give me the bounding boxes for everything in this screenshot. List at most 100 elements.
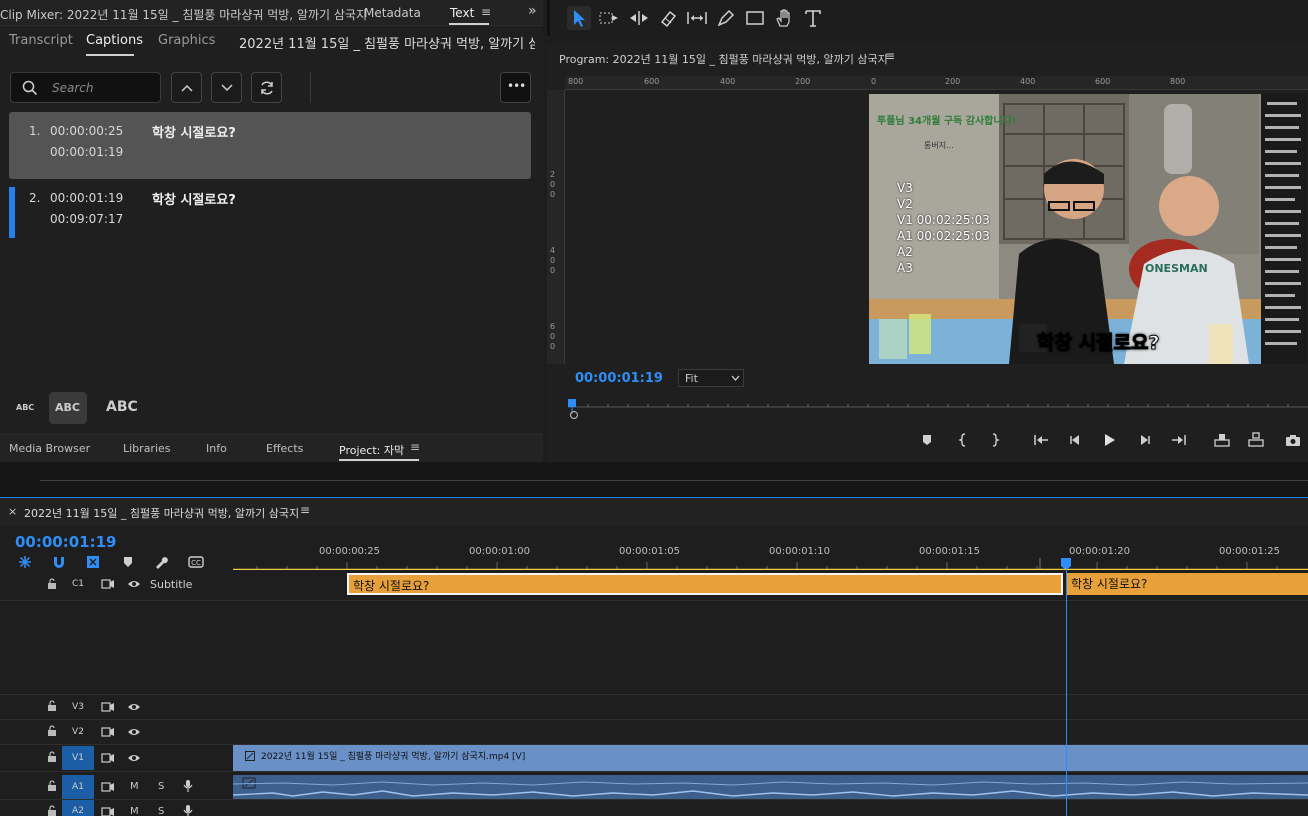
text-size-medium-button[interactable]: ABC: [49, 392, 87, 424]
tab-transcript[interactable]: Transcript: [9, 33, 73, 48]
previous-caption-button[interactable]: [171, 72, 202, 103]
audio-clip[interactable]: [233, 775, 1308, 799]
solo-button[interactable]: S: [158, 806, 164, 816]
track-name-v3[interactable]: V3: [62, 696, 94, 718]
eye-icon[interactable]: [127, 727, 141, 737]
lock-icon[interactable]: [47, 751, 57, 763]
microphone-icon[interactable]: [183, 779, 193, 793]
replace-caption-button[interactable]: [251, 72, 282, 103]
tab-media-browser[interactable]: Media Browser: [9, 442, 90, 455]
eye-icon[interactable]: [127, 579, 141, 589]
program-timecode[interactable]: 00:00:01:19: [575, 371, 663, 386]
caption-clip[interactable]: 학창 시절로요?: [1067, 573, 1308, 595]
tab-metadata[interactable]: Metadata: [364, 6, 421, 20]
next-caption-button[interactable]: [211, 72, 242, 103]
caption-item-1[interactable]: 1. 00:00:00:25 00:00:01:19 학창 시절로요?: [9, 112, 531, 179]
track-name-a2[interactable]: A2: [62, 800, 94, 816]
panel-menu-icon[interactable]: ≡: [885, 49, 895, 63]
eye-icon[interactable]: [127, 702, 141, 712]
tab-clip-mixer[interactable]: Clip Mixer: 2022년 11월 15일 _ 침펄풍 마라샹궈 먹방,…: [0, 6, 367, 23]
sync-lock-icon[interactable]: [101, 782, 115, 792]
caption-clip[interactable]: 학창 시절로요?: [347, 573, 1063, 595]
program-video-frame[interactable]: 투플님 34개월 구독 감사합니다! 통버지... ONESMAN V3 V2 …: [869, 94, 1307, 364]
eye-icon[interactable]: [127, 753, 141, 763]
sync-lock-icon[interactable]: [101, 807, 115, 816]
tab-project[interactable]: Project: 자막: [339, 442, 404, 458]
track-select-tool[interactable]: [597, 6, 621, 30]
video-caption-text[interactable]: 학창 시절로요?: [1037, 328, 1161, 355]
rectangle-tool[interactable]: [743, 6, 767, 30]
add-marker-button[interactable]: [918, 431, 936, 449]
expand-panels-icon[interactable]: »: [528, 3, 537, 19]
linked-selection-icon[interactable]: [86, 555, 100, 569]
selection-tool[interactable]: [567, 6, 591, 30]
captions-underline: [86, 54, 134, 56]
mark-out-button[interactable]: [986, 431, 1004, 449]
panel-menu-icon[interactable]: ≡: [300, 503, 310, 517]
lock-icon[interactable]: [47, 780, 57, 792]
mute-button[interactable]: M: [130, 781, 139, 792]
captions-cc-icon[interactable]: CC: [188, 556, 204, 568]
text-size-small-button[interactable]: ABC: [16, 403, 34, 412]
text-size-large-button[interactable]: ABC: [106, 399, 138, 415]
type-tool[interactable]: [801, 6, 825, 30]
subtitle-track-area[interactable]: 학창 시절로요? 학창 시절로요?: [233, 570, 1308, 600]
go-to-in-icon: [1034, 435, 1048, 445]
tab-effects[interactable]: Effects: [266, 442, 303, 455]
timeline-timecode[interactable]: 00:00:01:19: [15, 533, 117, 551]
caption-text[interactable]: 학창 시절로요?: [152, 189, 236, 208]
step-back-button[interactable]: [1066, 431, 1084, 449]
razor-tool[interactable]: [656, 6, 680, 30]
video-clip[interactable]: 2022년 11월 15일 _ 침펄풍 마라샹궈 먹방, 알까기 삼국지.mp4…: [233, 745, 1308, 771]
tab-text[interactable]: Text: [450, 6, 474, 20]
program-scrubber[interactable]: [568, 395, 1308, 419]
solo-button[interactable]: S: [158, 781, 164, 792]
go-to-out-button[interactable]: [1170, 431, 1188, 449]
sync-lock-icon[interactable]: [101, 702, 115, 712]
timeline-ruler[interactable]: 00:00:00:25 00:00:01:00 00:00:01:05 00:0…: [233, 528, 1308, 570]
caption-search-input[interactable]: Search: [10, 72, 161, 103]
lock-icon[interactable]: [47, 725, 57, 737]
go-to-in-button[interactable]: [1032, 431, 1050, 449]
track-name-v2[interactable]: V2: [62, 721, 94, 743]
toolbar-divider: [310, 72, 311, 103]
tab-graphics[interactable]: Graphics: [158, 33, 215, 48]
nest-icon[interactable]: [18, 555, 32, 569]
mute-button[interactable]: M: [130, 806, 139, 816]
track-name-v1[interactable]: V1: [62, 746, 94, 770]
mark-in-button[interactable]: [954, 431, 972, 449]
panel-menu-icon[interactable]: ≡: [410, 440, 420, 454]
microphone-icon[interactable]: [183, 804, 193, 816]
sync-lock-icon[interactable]: [101, 579, 115, 589]
play-button[interactable]: [1100, 431, 1118, 449]
playhead-line[interactable]: [1066, 558, 1067, 816]
lock-icon[interactable]: [47, 805, 57, 816]
ripple-edit-tool[interactable]: [627, 6, 651, 30]
export-frame-button[interactable]: [1284, 431, 1302, 449]
sequence-tab[interactable]: 2022년 11월 15일 _ 침펄풍 마라샹궈 먹방, 알까기 삼국지: [24, 505, 299, 521]
tab-libraries[interactable]: Libraries: [123, 442, 171, 455]
close-sequence-icon[interactable]: ×: [8, 505, 17, 518]
snap-magnet-icon[interactable]: [52, 555, 66, 569]
lift-button[interactable]: [1213, 431, 1231, 449]
sync-lock-icon[interactable]: [101, 753, 115, 763]
more-options-button[interactable]: •••: [500, 72, 531, 103]
panel-menu-icon[interactable]: ≡: [481, 5, 491, 19]
sync-lock-icon[interactable]: [101, 727, 115, 737]
extract-button[interactable]: [1247, 431, 1265, 449]
track-name-c1[interactable]: C1: [62, 573, 94, 595]
tab-info[interactable]: Info: [206, 442, 227, 455]
tab-captions[interactable]: Captions: [86, 33, 143, 48]
zoom-fit-select[interactable]: Fit: [678, 369, 744, 387]
track-name-a1[interactable]: A1: [62, 775, 94, 799]
slip-tool[interactable]: [685, 6, 709, 30]
caption-item-2[interactable]: 2. 00:00:01:19 00:09:07:17 학창 시절로요?: [9, 179, 531, 246]
add-marker-icon[interactable]: [122, 556, 134, 568]
pen-tool[interactable]: [714, 6, 738, 30]
hand-tool[interactable]: [772, 6, 796, 30]
lock-icon[interactable]: [47, 700, 57, 712]
lock-icon[interactable]: [47, 578, 57, 590]
wrench-icon[interactable]: [154, 555, 168, 569]
step-forward-button[interactable]: [1136, 431, 1154, 449]
caption-text[interactable]: 학창 시절로요?: [152, 122, 236, 141]
